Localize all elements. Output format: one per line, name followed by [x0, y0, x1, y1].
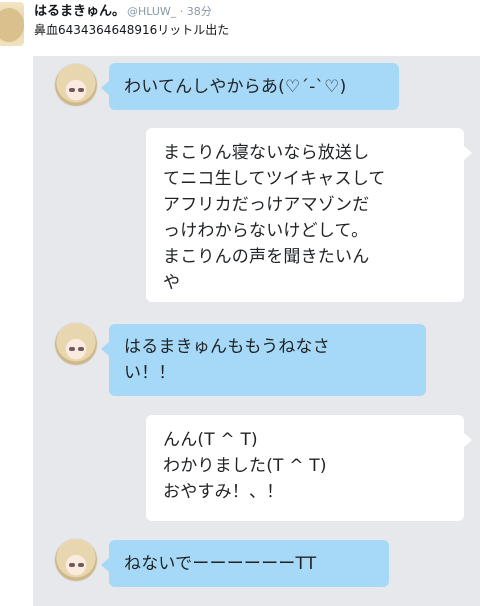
message-text-5: ねないでーーーーーーTT	[124, 554, 317, 574]
display-name[interactable]: はるまきゅん。	[34, 4, 125, 20]
header-avatar-hair	[0, 8, 24, 42]
avatar-eye-left	[69, 347, 75, 351]
header-avatar[interactable]	[0, 2, 24, 46]
message-text-2: まこりん寝ないなら放送し てニコ生してツイキャスして アフリカだっけアマゾンだ …	[163, 143, 386, 293]
avatar-eye-right	[78, 88, 84, 92]
message-bubble-1: わいてんしやからあ(♡´-`♡)	[101, 63, 399, 110]
message-bubble-3: はるまきゅんももうねなさ い！！	[101, 324, 426, 396]
avatar-eye-left	[69, 563, 75, 567]
tweet-text: 鼻血6434364648916リットル出た	[34, 23, 230, 37]
chat-avatar-3	[55, 539, 97, 581]
chat-avatar-1	[55, 64, 97, 106]
avatar-eye-left	[69, 88, 75, 92]
avatar-eye-right	[78, 563, 84, 567]
bubble-tail	[101, 558, 109, 572]
message-bubble-2: まこりん寝ないなら放送し てニコ生してツイキャスして アフリカだっけアマゾンだ …	[146, 128, 472, 302]
chat-avatar-2	[55, 323, 97, 365]
tweet-header: はるまきゅん。 @HLUW_ · 38分 鼻血6434364648916リットル…	[0, 0, 480, 56]
bubble-tail	[464, 433, 472, 447]
handle-and-time[interactable]: @HLUW_ · 38分	[127, 5, 212, 19]
message-bubble-4: んん(T ^ T) わかりました(T ^ T) おやすみ！、！	[146, 415, 472, 521]
bubble-tail	[101, 342, 109, 356]
message-text-3: はるまきゅんももうねなさ い！！	[124, 337, 330, 383]
bubble-tail	[101, 81, 109, 95]
message-bubble-5: ねないでーーーーーーTT	[101, 540, 389, 587]
message-text-1: わいてんしやからあ(♡´-`♡)	[124, 77, 347, 97]
avatar-eye-right	[78, 347, 84, 351]
message-text-4: んん(T ^ T) わかりました(T ^ T) おやすみ！、！	[163, 430, 327, 502]
chat-screenshot: わいてんしやからあ(♡´-`♡) まこりん寝ないなら放送し てニコ生してツイキャ…	[33, 56, 480, 606]
bubble-tail	[464, 146, 472, 160]
